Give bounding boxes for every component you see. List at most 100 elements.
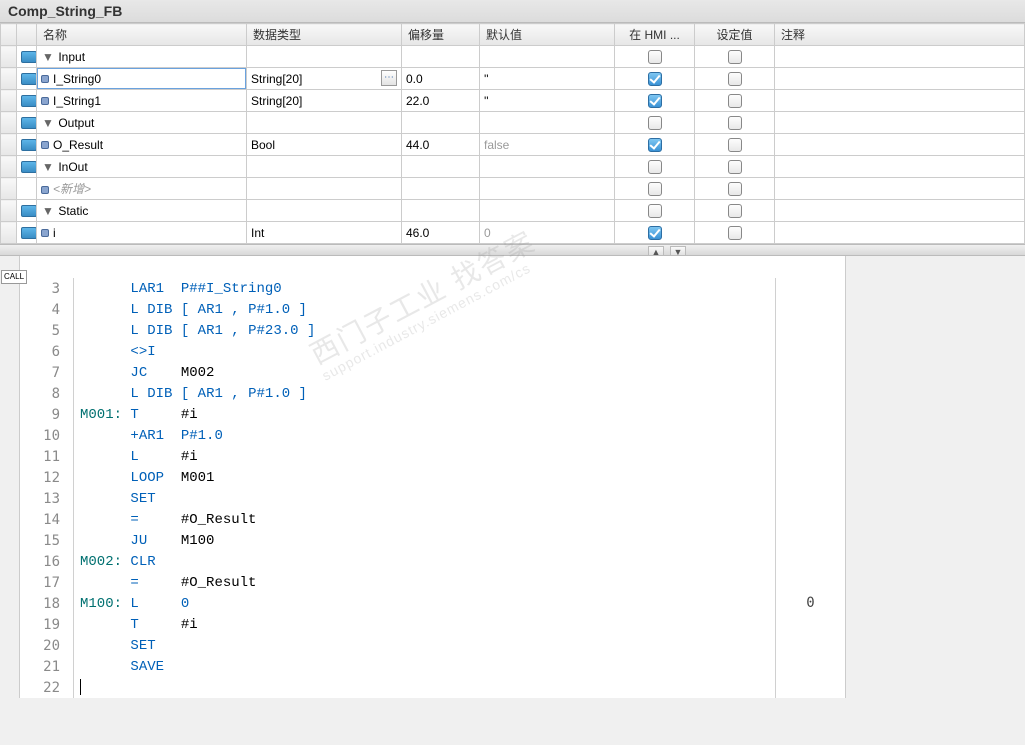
name-cell[interactable]: ▼ Input xyxy=(37,46,247,68)
default-cell[interactable]: 0 xyxy=(480,222,615,244)
hmi-cell[interactable] xyxy=(615,156,695,178)
code-text[interactable]: JC M002 xyxy=(74,365,845,381)
expand-toggle-icon[interactable]: ▼ xyxy=(41,50,55,64)
code-text[interactable]: SAVE xyxy=(74,659,845,675)
code-text[interactable]: M100: L 0 xyxy=(74,596,845,612)
breakpoint-gutter[interactable]: CALL xyxy=(0,256,20,698)
expand-toggle-icon[interactable]: ▼ xyxy=(41,116,55,130)
default-cell[interactable] xyxy=(480,156,615,178)
code-text[interactable]: JU M100 xyxy=(74,533,845,549)
code-line[interactable]: 7 JC M002 xyxy=(20,362,845,383)
datatype-cell[interactable] xyxy=(247,156,402,178)
code-line[interactable]: 17 = #O_Result xyxy=(20,572,845,593)
code-line[interactable]: 4 L DIB [ AR1 , P#1.0 ] xyxy=(20,299,845,320)
setval-cell[interactable] xyxy=(695,134,775,156)
setval-checkbox[interactable] xyxy=(728,50,742,64)
comment-cell[interactable] xyxy=(775,90,1025,112)
col-setval-header[interactable]: 设定值 xyxy=(695,24,775,46)
setval-cell[interactable] xyxy=(695,46,775,68)
hmi-checkbox[interactable] xyxy=(648,94,662,108)
table-row[interactable]: O_ResultBool44.0false xyxy=(1,134,1025,156)
code-text[interactable]: LAR1 P##I_String0 xyxy=(74,281,845,297)
code-text[interactable]: +AR1 P#1.0 xyxy=(74,428,845,444)
col-comment-header[interactable]: 注释 xyxy=(775,24,1025,46)
setval-cell[interactable] xyxy=(695,68,775,90)
setval-cell[interactable] xyxy=(695,200,775,222)
setval-cell[interactable] xyxy=(695,178,775,200)
setval-checkbox[interactable] xyxy=(728,116,742,130)
code-text[interactable]: = #O_Result xyxy=(74,575,845,591)
expand-toggle-icon[interactable]: ▼ xyxy=(41,204,55,218)
setval-checkbox[interactable] xyxy=(728,72,742,86)
hmi-cell[interactable] xyxy=(615,90,695,112)
code-line[interactable]: 11 L #i xyxy=(20,446,845,467)
name-cell[interactable]: ▼ Output xyxy=(37,112,247,134)
hmi-checkbox[interactable] xyxy=(648,204,662,218)
datatype-picker-button[interactable]: ⋯ xyxy=(381,70,397,86)
default-cell[interactable] xyxy=(480,178,615,200)
code-line[interactable]: 16M002: CLR xyxy=(20,551,845,572)
code-text[interactable]: SET xyxy=(74,491,845,507)
code-text[interactable]: M001: T #i xyxy=(74,407,845,423)
setval-checkbox[interactable] xyxy=(728,226,742,240)
code-line[interactable]: 13 SET xyxy=(20,488,845,509)
hmi-cell[interactable] xyxy=(615,112,695,134)
col-type-header[interactable]: 数据类型 xyxy=(247,24,402,46)
hmi-cell[interactable] xyxy=(615,178,695,200)
code-line[interactable]: 20 SET xyxy=(20,635,845,656)
code-text[interactable]: M002: CLR xyxy=(74,554,845,570)
hmi-checkbox[interactable] xyxy=(648,182,662,196)
datatype-cell[interactable] xyxy=(247,200,402,222)
datatype-cell[interactable]: String[20]⋯ xyxy=(247,68,402,90)
col-offset-header[interactable]: 偏移量 xyxy=(402,24,480,46)
setval-cell[interactable] xyxy=(695,90,775,112)
table-row[interactable]: <新增> xyxy=(1,178,1025,200)
hmi-cell[interactable] xyxy=(615,222,695,244)
hmi-cell[interactable] xyxy=(615,200,695,222)
comment-cell[interactable] xyxy=(775,178,1025,200)
default-cell[interactable]: '' xyxy=(480,90,615,112)
table-row[interactable]: ▼ Output xyxy=(1,112,1025,134)
code-line[interactable]: 15 JU M100 xyxy=(20,530,845,551)
code-text[interactable]: SET xyxy=(74,638,845,654)
table-row[interactable]: I_String0String[20]⋯0.0'' xyxy=(1,68,1025,90)
datatype-cell[interactable] xyxy=(247,112,402,134)
default-cell[interactable]: false xyxy=(480,134,615,156)
code-line[interactable]: 6 <>I xyxy=(20,341,845,362)
interface-table[interactable]: 名称 数据类型 偏移量 默认值 在 HMI ... 设定值 注释 ▼ Input… xyxy=(0,23,1025,244)
code-line[interactable]: 5 L DIB [ AR1 , P#23.0 ] xyxy=(20,320,845,341)
col-name-header[interactable]: 名称 xyxy=(37,24,247,46)
setval-checkbox[interactable] xyxy=(728,204,742,218)
setval-cell[interactable] xyxy=(695,156,775,178)
hmi-checkbox[interactable] xyxy=(648,50,662,64)
code-text[interactable] xyxy=(74,679,845,696)
default-cell[interactable] xyxy=(480,200,615,222)
setval-checkbox[interactable] xyxy=(728,94,742,108)
comment-cell[interactable] xyxy=(775,68,1025,90)
name-cell[interactable]: ▼ InOut xyxy=(37,156,247,178)
code-text[interactable]: L DIB [ AR1 , P#1.0 ] xyxy=(74,386,845,402)
datatype-cell[interactable]: String[20] xyxy=(247,90,402,112)
comment-cell[interactable] xyxy=(775,134,1025,156)
code-line[interactable]: 21 SAVE xyxy=(20,656,845,677)
code-line[interactable]: 3 LAR1 P##I_String0 xyxy=(20,278,845,299)
code-line[interactable]: 14 = #O_Result xyxy=(20,509,845,530)
code-text[interactable]: L DIB [ AR1 , P#23.0 ] xyxy=(74,323,845,339)
comment-cell[interactable] xyxy=(775,46,1025,68)
setval-cell[interactable] xyxy=(695,112,775,134)
setval-checkbox[interactable] xyxy=(728,182,742,196)
comment-cell[interactable] xyxy=(775,112,1025,134)
comment-cell[interactable] xyxy=(775,156,1025,178)
comment-cell[interactable] xyxy=(775,222,1025,244)
name-cell[interactable]: I_String1 xyxy=(37,90,247,112)
hmi-cell[interactable] xyxy=(615,68,695,90)
code-line[interactable]: 22 xyxy=(20,677,845,698)
code-text[interactable]: <>I xyxy=(74,344,845,360)
code-text[interactable]: LOOP M001 xyxy=(74,470,845,486)
hmi-cell[interactable] xyxy=(615,134,695,156)
expand-toggle-icon[interactable]: ▼ xyxy=(41,160,55,174)
default-cell[interactable]: '' xyxy=(480,68,615,90)
splitter-bar[interactable]: ▲ ▼ xyxy=(0,244,1025,256)
setval-checkbox[interactable] xyxy=(728,160,742,174)
code-line[interactable]: 8 L DIB [ AR1 , P#1.0 ] xyxy=(20,383,845,404)
